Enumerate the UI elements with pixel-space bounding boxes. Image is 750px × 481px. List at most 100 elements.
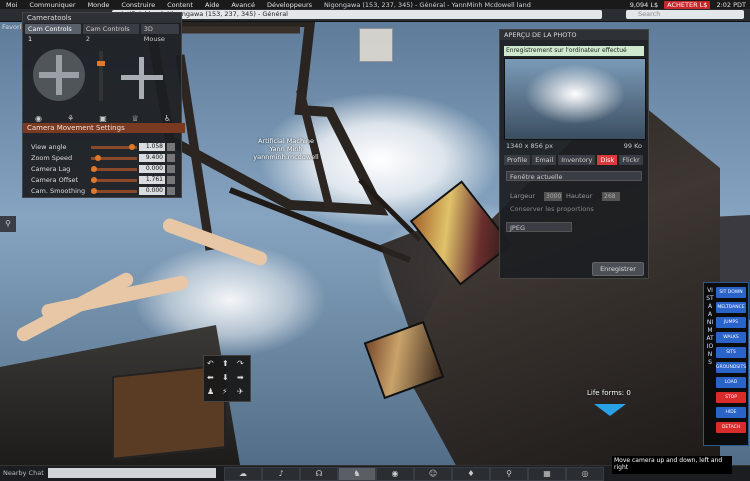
setting-value[interactable]: 1.058: [139, 143, 165, 151]
anim-button[interactable]: WALKS: [716, 332, 746, 343]
panel-title: Cameratools: [23, 13, 181, 23]
search-icon[interactable]: ⚲: [490, 467, 528, 481]
setting-value[interactable]: 0.000: [139, 165, 165, 173]
strafe-left-icon[interactable]: ⬅: [207, 373, 214, 382]
tab-email[interactable]: Email: [532, 155, 557, 165]
format-select[interactable]: JPEG: [506, 222, 572, 232]
anim-button[interactable]: MELTDANCE: [716, 302, 746, 313]
turn-left-icon[interactable]: ↶: [207, 359, 214, 368]
pan-arrows[interactable]: [117, 53, 167, 103]
anim-button[interactable]: HIDE: [716, 407, 746, 418]
chat-input[interactable]: [48, 468, 216, 478]
default-button[interactable]: [167, 187, 175, 195]
slider-knob[interactable]: [95, 155, 101, 161]
setting-label: View angle: [31, 143, 67, 151]
tab-cam-controls-2[interactable]: Cam Controls 2: [82, 24, 139, 43]
default-button[interactable]: [167, 165, 175, 173]
anim-button[interactable]: SIT DOWN: [716, 287, 746, 298]
keep-ratio-checkbox[interactable]: Conserver les proportions: [510, 205, 594, 213]
default-button[interactable]: [167, 143, 175, 151]
anim-stop-button[interactable]: STOP: [716, 392, 746, 403]
anim-button[interactable]: JUMPS: [716, 317, 746, 328]
indicator-arrow-icon: [594, 404, 626, 416]
headphones-icon[interactable]: ☊: [300, 467, 338, 481]
menu-item[interactable]: Communiquer: [23, 1, 81, 9]
buy-currency-button[interactable]: ACHETER L$: [664, 0, 711, 9]
slider-track[interactable]: [91, 179, 137, 182]
setting-row: Cam. Smoothing 0.000: [31, 187, 177, 196]
microphone-icon[interactable]: ♪: [262, 467, 300, 481]
slider-knob[interactable]: [129, 144, 135, 150]
nearby-chat-label: Nearby Chat: [3, 469, 44, 477]
run-mode-icon[interactable]: ⚡: [222, 387, 228, 396]
menu-item[interactable]: Développeurs: [261, 1, 318, 9]
avatar-nametag: Artificial Machine Yann Minh yannminh.mc…: [250, 137, 322, 161]
slider-knob[interactable]: [91, 188, 97, 194]
anim-button[interactable]: SITS: [716, 347, 746, 358]
setting-value[interactable]: 0.000: [139, 187, 165, 195]
tab-inventory[interactable]: Inventory: [558, 155, 596, 165]
width-input[interactable]: 3000: [544, 192, 562, 201]
setting-value[interactable]: 1.761: [139, 176, 165, 184]
menu-item[interactable]: Aide: [199, 1, 225, 9]
menu-item[interactable]: Content: [161, 1, 199, 9]
window-source-select[interactable]: Fenêtre actuelle: [506, 171, 642, 181]
location-text: Nigongawa (153, 237, 345) - Général - Ya…: [324, 0, 531, 9]
default-button[interactable]: [167, 154, 175, 162]
location-pin-icon[interactable]: ⚲: [0, 216, 16, 232]
vista-animations-hud: VISTA ANIMATIONS SIT DOWN MELTDANCE JUMP…: [703, 282, 749, 446]
anim-button[interactable]: LOAD: [716, 377, 746, 388]
camera-tools-panel: Cameratools Cam Controls 1 Cam Controls …: [22, 12, 185, 198]
zoom-slider[interactable]: [99, 51, 103, 101]
menu-item[interactable]: Construire: [115, 1, 161, 9]
view-eye-icon[interactable]: ◉: [376, 467, 414, 481]
slider-knob[interactable]: [91, 166, 97, 172]
panel-title: APERÇU DE LA PHOTO: [500, 30, 648, 40]
orbit-joystick[interactable]: [33, 49, 85, 101]
location-input[interactable]: Artificial land, Nigongawa (153, 237, 34…: [112, 10, 602, 19]
tab-strip: Cam Controls 1 Cam Controls 2 3D Mouse: [23, 23, 181, 43]
backward-icon[interactable]: ⬇: [222, 373, 229, 382]
appearance-shirt-icon[interactable]: ♦: [452, 467, 490, 481]
menu-bar: Moi Communiquer Monde Construire Content…: [0, 0, 750, 9]
tab-disk[interactable]: Disk: [597, 155, 618, 165]
default-button[interactable]: [167, 176, 175, 184]
walk-mode-icon[interactable]: ♟: [207, 387, 214, 396]
anim-button[interactable]: GROUNDSITS: [716, 362, 746, 373]
height-input[interactable]: 268: [602, 192, 620, 201]
snapshot-preview-panel: APERÇU DE LA PHOTO Enregistrement sur l'…: [499, 29, 649, 279]
hand-sign[interactable]: [359, 28, 393, 62]
zoom-knob[interactable]: [97, 61, 105, 66]
tab-cam-controls-1[interactable]: Cam Controls 1: [25, 24, 81, 43]
world-map-icon[interactable]: ◎: [566, 467, 604, 481]
width-label: Largeur: [510, 192, 536, 200]
menu-item[interactable]: Moi: [0, 1, 23, 9]
slider-knob[interactable]: [91, 177, 97, 183]
setting-label: Zoom Speed: [31, 154, 73, 162]
strafe-right-icon[interactable]: ➡: [237, 373, 244, 382]
tab-flickr[interactable]: Flickr: [619, 155, 643, 165]
menu-item[interactable]: Monde: [82, 1, 116, 9]
people-icon[interactable]: ☺: [414, 467, 452, 481]
hud-title: VISTA ANIMATIONS: [706, 287, 714, 366]
tab-3d-mouse[interactable]: 3D Mouse: [140, 24, 179, 43]
fly-mode-icon[interactable]: ✈: [237, 387, 244, 396]
menu-item[interactable]: Avancé: [225, 1, 261, 9]
slider-track[interactable]: [91, 190, 137, 193]
settings-heading: Camera Movement Settings: [23, 123, 185, 133]
favorites-label[interactable]: Favori: [2, 23, 21, 31]
walk-button-icon[interactable]: ♞: [338, 467, 376, 481]
search-input[interactable]: Search: [626, 10, 744, 19]
forward-icon[interactable]: ⬆: [222, 359, 229, 368]
anim-detach-button[interactable]: DETACH: [716, 422, 746, 433]
tab-profile[interactable]: Profile: [504, 155, 531, 165]
turn-right-icon[interactable]: ↷: [237, 359, 244, 368]
save-button[interactable]: Enregistrer: [592, 262, 644, 276]
setting-value[interactable]: 9.400: [139, 154, 165, 162]
chat-bubble-icon[interactable]: ☁: [224, 467, 262, 481]
nametag-line: Yann Minh: [269, 145, 303, 153]
map-icon[interactable]: ▦: [528, 467, 566, 481]
resolution-text: 1340 x 856 px: [506, 142, 553, 150]
slider-track[interactable]: [91, 168, 137, 171]
setting-label: Camera Offset: [31, 176, 79, 184]
